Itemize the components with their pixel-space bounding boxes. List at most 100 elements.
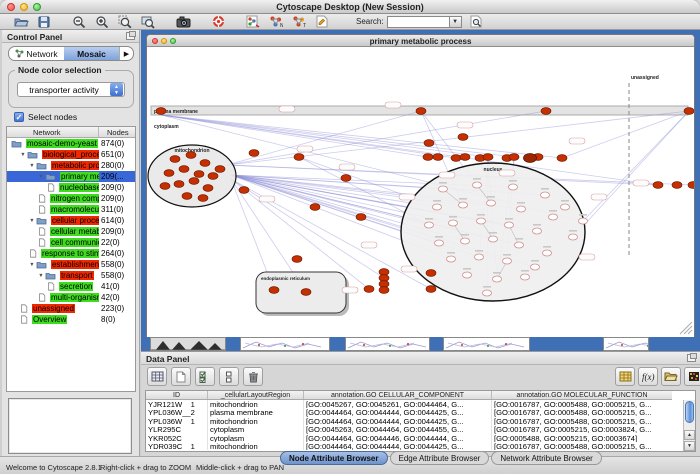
disclosure-triangle-icon[interactable]: ▼ [29,163,34,168]
dp-matrix-button[interactable] [615,367,635,386]
combobox-stepper-icon[interactable]: ▲▼ [110,83,123,96]
table-row[interactable]: YJR121W__1mitochondrion[GO:0045267, GO:0… [146,400,672,408]
scroll-down-icon[interactable]: ▼ [684,441,695,451]
network-node-selected [451,155,461,162]
table-column-header[interactable]: annotation.GO CELLULAR_COMPONENT [304,391,492,399]
table-cell: mitochondrion [208,400,304,408]
dp-new-button[interactable] [171,367,191,386]
tab-network-attribute-browser[interactable]: Network Attribute Browser [491,451,601,465]
network-overlay-2-button[interactable]: N [267,14,285,29]
tree-row[interactable]: cell communicat22(0) [7,237,135,248]
network-canvas[interactable]: plasma membranecytoplasmmitochondrionnuc… [147,47,694,337]
disclosure-triangle-icon[interactable]: ▼ [38,273,43,278]
network-node [505,222,514,228]
tab-node-attribute-browser[interactable]: Node Attribute Browser [280,451,388,465]
file-icon [38,227,48,236]
save-button[interactable] [35,14,53,29]
tree-row[interactable]: ▼transport558(0) [7,270,135,281]
disclosure-triangle-icon[interactable]: ▼ [38,174,43,179]
tree-row[interactable]: Overview8(0) [7,314,135,325]
tree-row[interactable]: nucleobase-209(0) [7,182,135,193]
network-node [533,228,542,234]
tree-row[interactable]: ▼primary metabol209(... [7,171,135,182]
table-scrollbar[interactable]: ▲ ▼ [683,400,695,451]
tree-row[interactable]: unassigned223(0) [7,303,135,314]
network-node-selected [174,181,184,188]
zoom-selected-button[interactable] [116,14,134,29]
background-window-thumbnail[interactable] [603,337,649,351]
node-label-pill [279,106,295,112]
network-node [433,204,442,210]
background-window-thumbnail[interactable] [240,337,330,351]
tree-row[interactable]: ▼cellular process614(0) [7,215,135,226]
network-node-selected [541,108,551,115]
table-row[interactable]: YPL036W__1mitochondrion[GO:0044464, GO:0… [146,417,672,425]
birdseye-view[interactable] [8,398,132,454]
disclosure-triangle-icon[interactable]: ▼ [20,152,25,157]
tree-row[interactable]: macromolecule311(0) [7,204,135,215]
tree-column-nodes[interactable]: Nodes [99,127,135,137]
dp-delete-button[interactable] [243,367,263,386]
tree-row-count: 209(0) [101,194,124,203]
zoom-fit-button[interactable] [139,14,157,29]
tree-row[interactable]: multi-organism pro42(0) [7,292,135,303]
disclosure-triangle-icon[interactable]: ▼ [29,218,34,223]
dp-import-button[interactable] [661,367,681,386]
tree-row[interactable]: ▼establishment of lo558(0) [7,259,135,270]
more-tabs-arrow-icon[interactable]: ▶ [119,47,133,60]
network-overlay-3-button[interactable]: T [290,14,308,29]
network-tree: Network Nodes mosaic-demo-yeast874(0) ▼ bi… [6,126,136,392]
table-column-header[interactable]: ID [146,391,208,399]
table-column-header[interactable]: annotation.GO MOLECULAR_FUNCTION [492,391,672,399]
search-dropdown-arrow-icon[interactable]: ▼ [449,16,462,28]
tree-row[interactable]: secretion41(0) [7,281,135,292]
network-view-window[interactable]: primary metabolic process plasma membran… [146,34,695,337]
tree-row[interactable]: ▼biological_process651(0) [7,149,135,160]
network-tree-header[interactable]: Network Nodes [7,127,135,138]
tree-row[interactable]: response to stimul264(0) [7,248,135,259]
zoom-out-button[interactable] [70,14,88,29]
table-row[interactable]: YKR052Ccytoplasm[GO:0044464, GO:0044446,… [146,434,672,442]
float-panel-icon[interactable] [126,32,135,40]
annotation-button[interactable] [313,14,331,29]
tree-column-network[interactable]: Network [7,127,99,137]
network-window-title-bar[interactable]: primary metabolic process [147,35,694,47]
network-overlay-1-button[interactable] [244,14,262,29]
background-window-thumbnail[interactable] [345,337,430,351]
background-window-thumbnail[interactable] [150,337,226,351]
advanced-search-button[interactable] [468,14,486,29]
dp-unselect-attributes-button[interactable] [219,367,239,386]
snapshot-button[interactable] [174,14,192,29]
node-color-combobox[interactable]: transporter activity ▲▼ [17,82,125,97]
tree-row[interactable]: cellular metabol209(0) [7,226,135,237]
tab-network[interactable]: Network [9,47,64,60]
dp-map-button[interactable] [684,367,700,386]
zoom-in-button[interactable] [93,14,111,29]
table-row[interactable]: YLR295Ccytoplasm[GO:0045263, GO:0044464,… [146,425,672,433]
tree-row-label: biological_process [42,150,99,159]
table-cell: [GO:0045263, GO:0044464, GO:0044455, G..… [304,425,492,433]
tab-edge-attribute-browser[interactable]: Edge Attribute Browser [390,451,490,465]
dp-select-attributes-button[interactable] [195,367,215,386]
scroll-up-icon[interactable]: ▲ [684,430,695,440]
tree-row[interactable]: ▼metabolic process280(0) [7,160,135,171]
tree-row[interactable]: nitrogen compo209(0) [7,193,135,204]
table-row[interactable]: YDR039C__1mitochondrion[GO:0044464, GO:0… [146,442,672,450]
dp-table-button[interactable] [147,367,167,386]
search-combobox[interactable]: ▼ [387,16,462,28]
tab-mosaic[interactable]: Mosaic [64,47,119,60]
node-label-pill [457,122,473,128]
select-nodes-checkbox[interactable]: ✓ [14,112,24,122]
open-button[interactable] [12,14,30,29]
help-button[interactable] [209,14,227,29]
disclosure-triangle-icon[interactable]: ▼ [29,262,34,267]
float-data-panel-icon[interactable] [687,354,696,362]
title-bar[interactable]: Cytoscape Desktop (New Session) [0,0,700,14]
search-input[interactable] [387,16,449,28]
scrollbar-thumb[interactable] [685,401,694,423]
tree-row[interactable]: mosaic-demo-yeast874(0) [7,138,135,149]
background-window-thumbnail[interactable] [443,337,530,351]
table-column-header[interactable]: _cellularLayoutRegion [208,391,304,399]
table-row[interactable]: YPL036W__2plasma membrane[GO:0044464, GO… [146,408,672,416]
dp-function-button[interactable]: f(x) [638,367,658,386]
